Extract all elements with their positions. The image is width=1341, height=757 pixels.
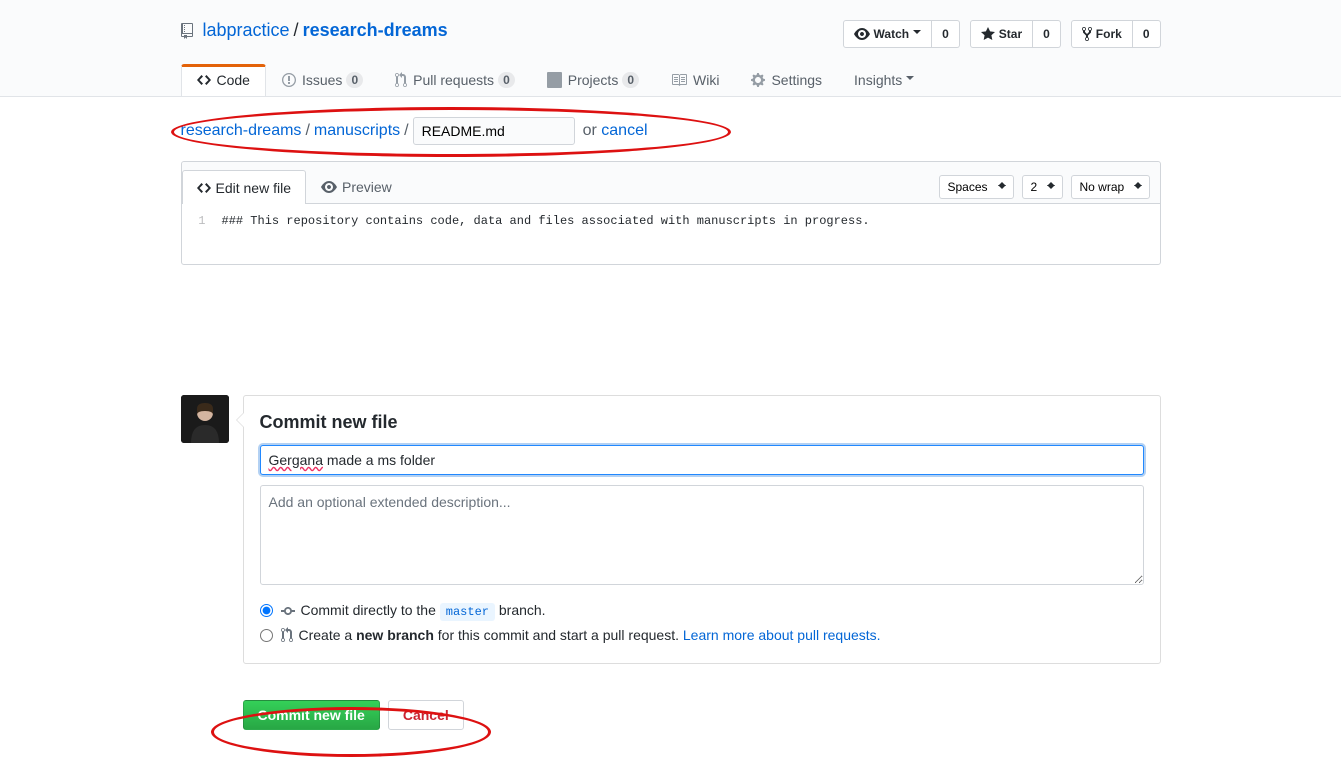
line-number: 1 bbox=[192, 214, 222, 254]
commit-button[interactable]: Commit new file bbox=[243, 700, 380, 730]
tab-projects[interactable]: Projects 0 bbox=[531, 64, 655, 96]
cancel-button[interactable]: Cancel bbox=[388, 700, 464, 730]
tab-issues[interactable]: Issues 0 bbox=[266, 64, 379, 96]
git-commit-icon bbox=[281, 603, 295, 619]
repo-icon bbox=[181, 23, 197, 39]
commit-form: Commit new file Gergana made a ms folder… bbox=[243, 395, 1161, 664]
eye-icon bbox=[854, 26, 870, 42]
tab-insights[interactable]: Insights bbox=[838, 64, 930, 96]
tab-projects-label: Projects bbox=[568, 72, 619, 88]
star-group: Star 0 bbox=[970, 20, 1061, 48]
commit-direct-option[interactable]: Commit directly to the master branch. bbox=[260, 598, 1144, 623]
caret-down-icon bbox=[906, 76, 914, 84]
repo-title: labpractice / research-dreams bbox=[181, 20, 448, 41]
tab-pulls[interactable]: Pull requests 0 bbox=[379, 64, 531, 96]
star-button[interactable]: Star bbox=[970, 20, 1033, 48]
project-icon bbox=[547, 72, 562, 88]
watch-button[interactable]: Watch bbox=[843, 20, 933, 48]
fork-button[interactable]: Fork bbox=[1071, 20, 1133, 48]
branch-name: master bbox=[440, 603, 495, 621]
avatar-icon bbox=[181, 395, 229, 443]
filename-input[interactable] bbox=[413, 117, 575, 145]
book-icon bbox=[671, 72, 687, 88]
code-icon bbox=[197, 72, 211, 88]
fork-label: Fork bbox=[1096, 24, 1122, 44]
or-text: or cancel bbox=[583, 122, 648, 140]
commit-heading: Commit new file bbox=[260, 412, 1144, 433]
star-icon bbox=[981, 26, 995, 42]
tab-wiki[interactable]: Wiki bbox=[655, 64, 735, 96]
fork-group: Fork 0 bbox=[1071, 20, 1161, 48]
breadcrumb-folder[interactable]: manuscripts bbox=[314, 122, 400, 140]
tab-preview[interactable]: Preview bbox=[306, 170, 407, 203]
projects-count: 0 bbox=[622, 72, 639, 88]
owner-link[interactable]: labpractice bbox=[203, 20, 290, 41]
learn-more-link[interactable]: Learn more about pull requests. bbox=[683, 627, 881, 643]
tab-issues-label: Issues bbox=[302, 72, 342, 88]
commit-description-input[interactable] bbox=[260, 485, 1144, 585]
tab-pulls-label: Pull requests bbox=[413, 72, 494, 88]
indent-size-select[interactable]: 2 bbox=[1022, 175, 1063, 199]
breadcrumb: research-dreams / manuscripts / or cance… bbox=[181, 117, 1161, 145]
tab-preview-label: Preview bbox=[342, 179, 392, 195]
tab-insights-label: Insights bbox=[854, 72, 902, 88]
watch-label: Watch bbox=[874, 24, 910, 44]
gear-icon bbox=[751, 72, 765, 88]
pulls-count: 0 bbox=[498, 72, 515, 88]
tab-wiki-label: Wiki bbox=[693, 72, 719, 88]
path-separator: / bbox=[305, 122, 309, 140]
issues-count: 0 bbox=[346, 72, 363, 88]
path-separator: / bbox=[294, 20, 299, 41]
pr-icon bbox=[281, 627, 293, 643]
commit-direct-radio[interactable] bbox=[260, 604, 273, 617]
tab-code[interactable]: Code bbox=[181, 64, 266, 96]
tab-edit-label: Edit new file bbox=[216, 180, 291, 196]
caret-down-icon bbox=[913, 30, 921, 38]
eye-icon bbox=[321, 179, 337, 195]
cancel-link[interactable]: cancel bbox=[601, 122, 647, 139]
tab-settings[interactable]: Settings bbox=[735, 64, 838, 96]
wrap-select[interactable]: No wrap bbox=[1071, 175, 1150, 199]
pr-icon bbox=[395, 72, 407, 88]
editor-box: Edit new file Preview Spaces 2 No wrap 1… bbox=[181, 161, 1161, 265]
breadcrumb-repo[interactable]: research-dreams bbox=[181, 122, 302, 140]
code-line: ### This repository contains code, data … bbox=[222, 214, 870, 254]
code-editor[interactable]: 1 ### This repository contains code, dat… bbox=[182, 204, 1160, 264]
indent-mode-select[interactable]: Spaces bbox=[939, 175, 1014, 199]
user-avatar[interactable] bbox=[181, 395, 229, 443]
repo-nav: Code Issues 0 Pull requests 0 Projects 0… bbox=[181, 64, 1161, 96]
commit-summary-input[interactable] bbox=[260, 445, 1144, 475]
issue-icon bbox=[282, 72, 296, 88]
fork-icon bbox=[1082, 26, 1092, 42]
star-label: Star bbox=[999, 24, 1022, 44]
watch-group: Watch 0 bbox=[843, 20, 960, 48]
commit-branch-option[interactable]: Create a new branch for this commit and … bbox=[260, 623, 1144, 647]
star-count[interactable]: 0 bbox=[1033, 20, 1061, 48]
watch-count[interactable]: 0 bbox=[932, 20, 960, 48]
fork-count[interactable]: 0 bbox=[1133, 20, 1161, 48]
tab-settings-label: Settings bbox=[771, 72, 822, 88]
tab-code-label: Code bbox=[217, 72, 250, 88]
tab-edit-file[interactable]: Edit new file bbox=[182, 170, 306, 204]
repo-link[interactable]: research-dreams bbox=[303, 20, 448, 40]
code-icon bbox=[197, 180, 211, 196]
path-separator: / bbox=[404, 122, 408, 140]
commit-branch-radio[interactable] bbox=[260, 629, 273, 642]
